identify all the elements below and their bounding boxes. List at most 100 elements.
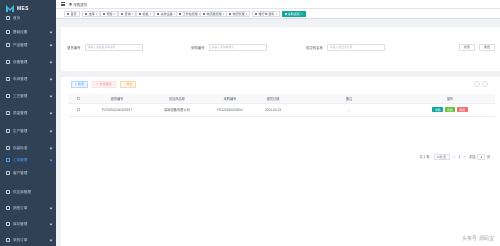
close-icon[interactable]: ×: [301, 13, 303, 16]
select-all-cell[interactable]: [69, 94, 87, 104]
topbar: 采购退货: [56, 0, 500, 9]
chevron-down-icon: [49, 146, 53, 149]
next-page-button[interactable]: ›: [464, 155, 465, 159]
close-icon[interactable]: ×: [223, 13, 225, 16]
sidebar-item-label: 客户管理: [13, 170, 28, 175]
sidebar-item-label: 基础设置: [13, 29, 28, 34]
sidebar-item[interactable]: 包装标准: [0, 143, 56, 153]
sidebar-item[interactable]: 库存管理: [0, 219, 56, 229]
purchase-no-input[interactable]: [208, 44, 267, 51]
add-label: 新增: [77, 82, 84, 87]
sidebar-item[interactable]: 销售订单: [0, 203, 56, 213]
chevron-down-icon: [49, 43, 53, 46]
goto-suffix: 页: [486, 155, 490, 160]
return-no-input[interactable]: [84, 44, 143, 51]
close-icon[interactable]: ×: [150, 13, 152, 16]
sidebar-item-label: 车间管理: [13, 76, 28, 81]
page-size-select[interactable]: 10条/页: [433, 154, 450, 160]
search-supplier: 供应商名称: [306, 44, 385, 51]
tags-bar: 首页金库×预警×查询×模板×失效设备×工作站管理×物流路管理×物流管理×推行单 …: [56, 9, 500, 19]
tab[interactable]: 首页: [64, 11, 80, 17]
chevron-down-icon: [49, 238, 53, 241]
column-header: 退货编号: [87, 94, 147, 104]
sidebar-item[interactable]: 产品管理: [0, 40, 56, 50]
tab[interactable]: 推行单 退料 ×: [252, 11, 281, 17]
reset-button[interactable]: 重置: [479, 44, 495, 51]
sidebar-item[interactable]: 车间管理: [0, 74, 56, 84]
close-icon[interactable]: ×: [132, 13, 134, 16]
package-icon: [6, 146, 10, 150]
tab[interactable]: 失效设备 ×: [154, 11, 179, 17]
table-row[interactable]: PCRJS20240420237 锦和设备有限公司 PEJ20240423004…: [69, 103, 495, 117]
sidebar-item-label: 销售订单: [13, 205, 28, 210]
sidebar-item-label: 生产管理: [13, 128, 28, 133]
batch-delete-button[interactable]: ✕ 批量删除: [91, 81, 116, 88]
row-checkbox[interactable]: [76, 108, 80, 111]
sidebar-item[interactable]: 工艺管理: [0, 91, 56, 101]
tab[interactable]: 物流管理 ×: [226, 11, 251, 17]
pagination: 共 1 条 10条/页 ‹ 1 › 前往 页: [420, 154, 490, 160]
toggle-search-icon[interactable]: [474, 81, 480, 87]
stock-icon: [6, 222, 10, 226]
supplier-input[interactable]: [326, 44, 385, 51]
tab[interactable]: 查询 ×: [118, 11, 137, 17]
delete-button[interactable]: 删除: [456, 106, 468, 113]
tab[interactable]: 预警 ×: [100, 11, 119, 17]
tab-icon: [255, 12, 258, 16]
tab[interactable]: 物流路管理 ×: [200, 11, 228, 17]
trash-icon: ✕: [95, 82, 99, 87]
workorder-icon: [6, 158, 10, 162]
close-icon[interactable]: ×: [276, 13, 278, 16]
close-icon[interactable]: ×: [114, 13, 116, 16]
sidebar-item[interactable]: 首页: [0, 13, 56, 23]
sidebar-item[interactable]: 生产管理: [0, 126, 56, 136]
device-icon: [6, 60, 10, 64]
cell-return-no: PCRJS20240420237: [87, 103, 147, 117]
chevron-down-icon: [49, 206, 53, 209]
prev-page-button[interactable]: ‹: [454, 155, 455, 159]
customer-icon: [6, 171, 10, 175]
select-all-checkbox[interactable]: [76, 96, 80, 100]
detail-button[interactable]: 详情: [432, 106, 444, 113]
current-page[interactable]: 1: [459, 155, 461, 159]
search-button[interactable]: 搜索: [459, 44, 475, 51]
sidebar-item[interactable]: 工单管理: [0, 155, 56, 165]
sidebar-item-label: 设备管理: [13, 59, 28, 64]
tab[interactable]: 金库 ×: [82, 11, 101, 17]
sidebar-item[interactable]: 客户管理: [0, 168, 56, 178]
sidebar-item[interactable]: 采购订单: [0, 235, 56, 245]
goto-page: 前往 页: [469, 154, 490, 160]
close-icon[interactable]: ×: [246, 13, 248, 16]
tab[interactable]: 采购退货 ×: [282, 11, 306, 17]
export-button[interactable]: ↓ 导出: [119, 81, 137, 88]
cell-date: 2024-04-23: [253, 103, 293, 117]
tab-icon: [229, 12, 232, 16]
sidebar-item[interactable]: 基础设置: [0, 27, 56, 37]
sidebar-item[interactable]: 设备管理: [0, 57, 56, 67]
goto-input[interactable]: [477, 154, 486, 160]
logo-text: MES: [17, 5, 29, 12]
add-button[interactable]: + 新增: [71, 81, 88, 88]
breadcrumb-current: 采购退货: [73, 2, 88, 7]
hamburger-icon[interactable]: [61, 2, 65, 6]
sales-icon: [6, 206, 10, 210]
process-icon: [6, 94, 10, 98]
row-select-cell[interactable]: [69, 103, 87, 117]
purchase-icon: [6, 238, 10, 242]
edit-button[interactable]: 修改: [444, 106, 456, 113]
sidebar-item[interactable]: 质量管理: [0, 108, 56, 118]
tab-icon: [139, 12, 142, 16]
close-icon[interactable]: ×: [96, 13, 98, 16]
sidebar-item-label: 首页: [13, 15, 21, 20]
chevron-down-icon: [49, 158, 53, 161]
sidebar-item[interactable]: 供应商管理: [0, 187, 56, 197]
supplier-icon: [6, 190, 10, 194]
logo-icon: [6, 5, 14, 12]
tab-label: 金库: [88, 12, 95, 16]
sidebar-item-label: 工艺管理: [13, 93, 28, 98]
refresh-icon[interactable]: [482, 81, 488, 87]
production-icon: [6, 129, 10, 133]
table-panel: + 新增 ✕ 批量删除 ↓ 导出 退货编号 供应商名称 采购编号 退货日期 备注 操作: [61, 77, 500, 246]
tab[interactable]: 模板 ×: [136, 11, 155, 17]
search-purchase-no: 采购编号: [191, 44, 267, 51]
